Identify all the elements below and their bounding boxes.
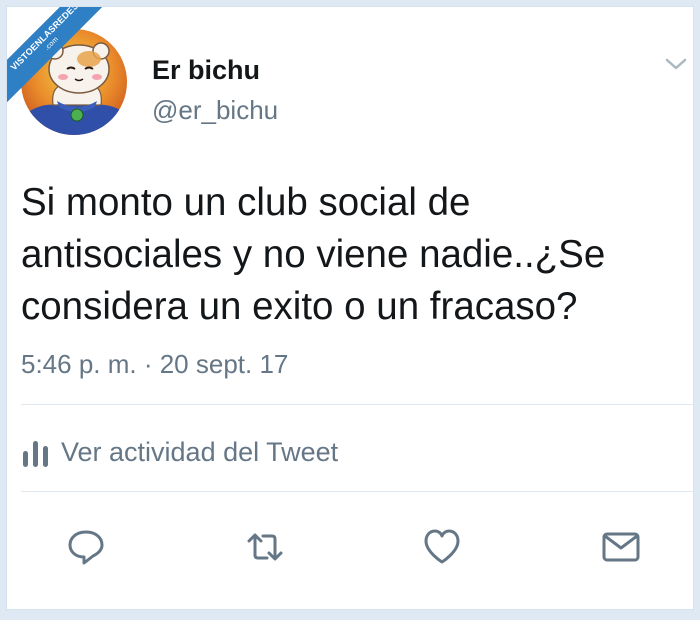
tweet-card: VISTOENLASREDES .com Er bichu @er_bichu … xyxy=(6,6,694,610)
chevron-down-icon[interactable] xyxy=(663,55,689,73)
retweet-button[interactable] xyxy=(245,527,285,567)
like-icon xyxy=(424,529,460,564)
user-handle[interactable]: @er_bichu xyxy=(152,95,278,126)
reply-button[interactable] xyxy=(66,527,106,567)
dm-button[interactable] xyxy=(601,527,641,567)
bar-chart-icon xyxy=(23,441,48,467)
divider xyxy=(21,404,693,405)
reply-icon xyxy=(68,530,104,565)
mail-icon xyxy=(602,532,640,562)
tweet-text: Si monto un club social de antisociales … xyxy=(21,181,606,328)
tweet-timestamp[interactable]: 5:46 p. m. · 20 sept. 17 xyxy=(21,349,288,380)
tweet-activity-link[interactable]: Ver actividad del Tweet xyxy=(21,432,338,472)
like-button[interactable] xyxy=(422,527,462,567)
display-name[interactable]: Er bichu xyxy=(152,55,260,86)
activity-label: Ver actividad del Tweet xyxy=(61,436,339,467)
retweet-icon xyxy=(247,533,283,561)
divider xyxy=(21,491,693,492)
